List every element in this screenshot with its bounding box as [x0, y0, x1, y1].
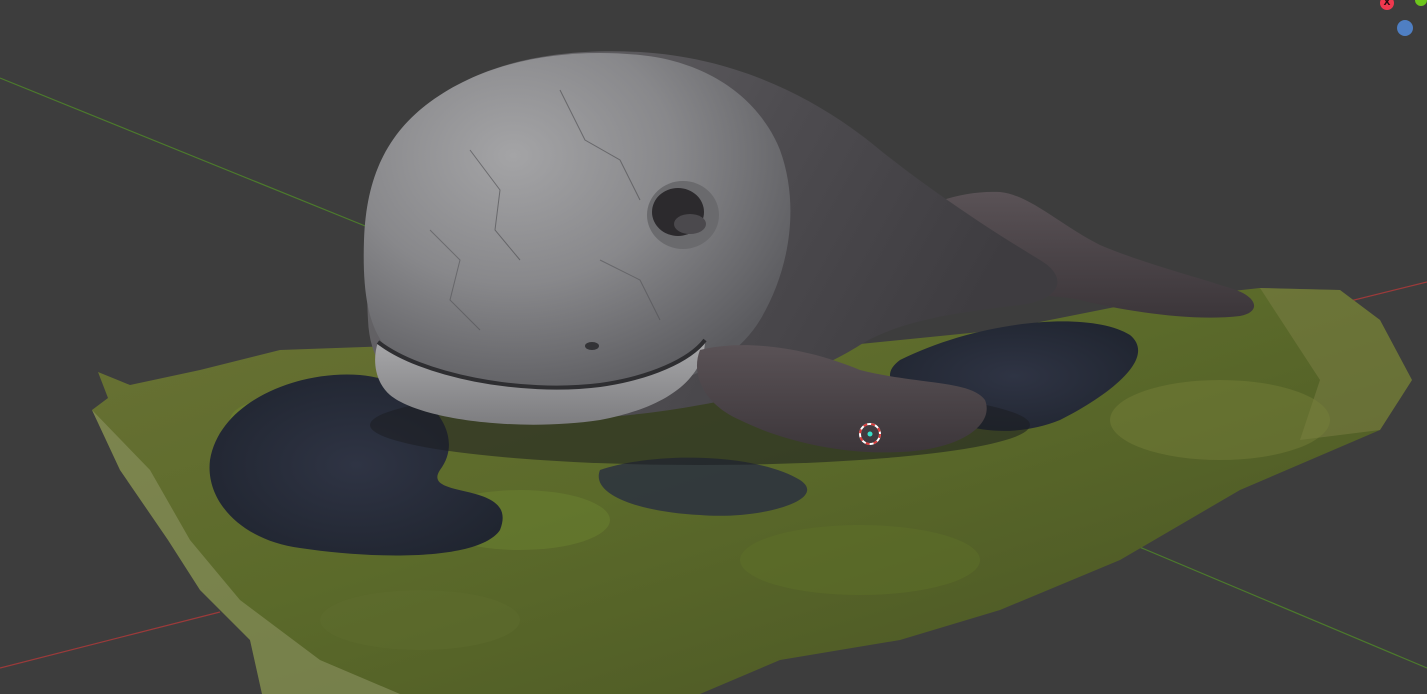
moss-blotch: [320, 590, 520, 650]
viewport-scene: [0, 51, 1427, 694]
whale-nostril: [585, 342, 599, 350]
navigation-gizmo[interactable]: X: [1377, 0, 1427, 45]
gizmo-z-axis-button[interactable]: [1397, 20, 1413, 36]
gizmo-x-axis-button[interactable]: X: [1380, 0, 1394, 10]
gizmo-y-axis-button[interactable]: [1415, 0, 1427, 6]
3d-viewport[interactable]: X: [0, 0, 1427, 694]
moss-blotch: [740, 525, 980, 595]
floor-axis-y-line: [0, 77, 381, 233]
whale-head: [363, 52, 791, 396]
moss-blotch: [1110, 380, 1330, 460]
whale-eye-highlight: [674, 214, 706, 234]
floor-axis-x-line: [0, 611, 221, 669]
